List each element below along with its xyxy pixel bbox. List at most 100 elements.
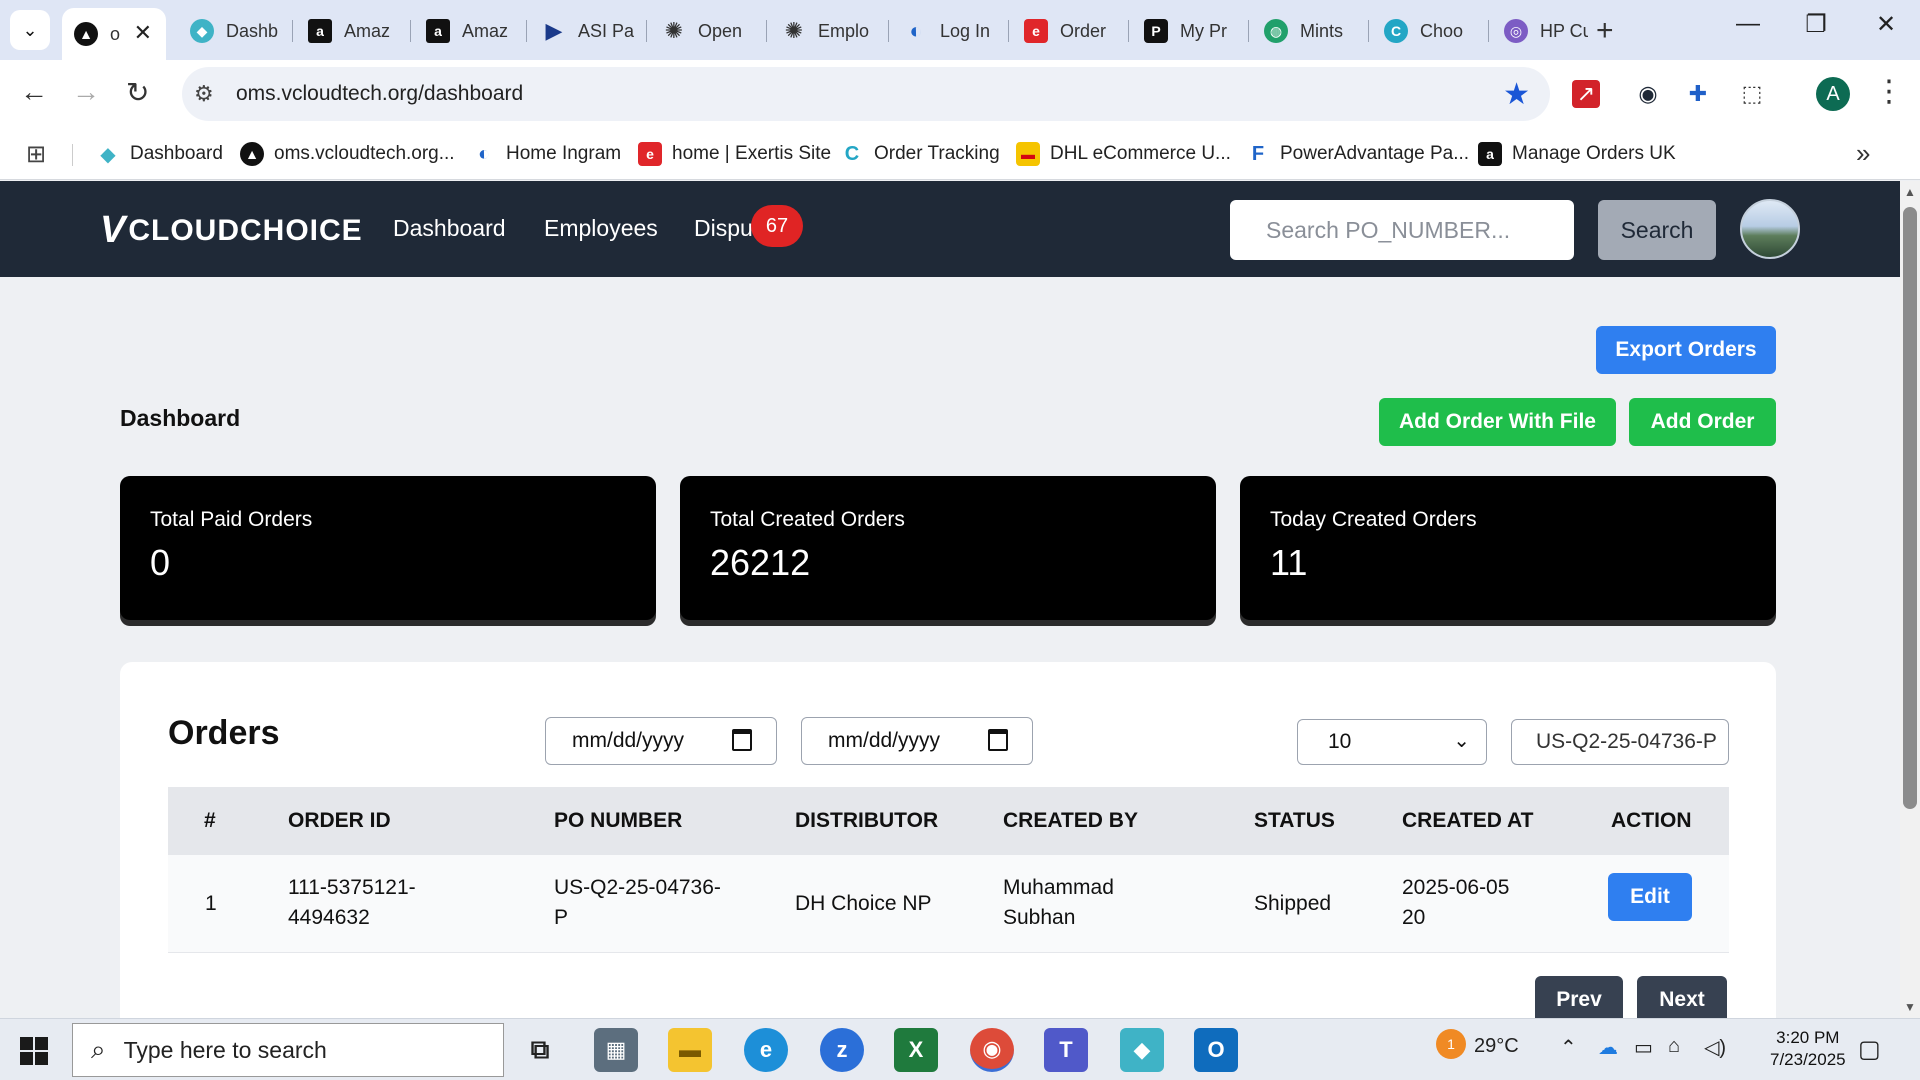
tab-oms[interactable]: ▲ o ✕ bbox=[62, 8, 166, 60]
file-explorer-icon[interactable]: ▬ bbox=[668, 1028, 712, 1072]
tab-mints[interactable]: ◍ Mints bbox=[1252, 8, 1362, 54]
page-size-select[interactable]: 10 ⌄ bbox=[1297, 719, 1487, 765]
tab-choice[interactable]: C Choo bbox=[1372, 8, 1482, 54]
app-diamond-icon[interactable]: ◆ bbox=[1120, 1028, 1164, 1072]
windows-start-icon[interactable] bbox=[20, 1037, 48, 1065]
bookmark-label: Manage Orders UK bbox=[1512, 143, 1676, 164]
teams-icon[interactable]: T bbox=[1044, 1028, 1088, 1072]
zoom-icon[interactable]: z bbox=[820, 1028, 864, 1072]
browser-menu-icon[interactable]: ⋮ bbox=[1874, 74, 1904, 109]
po-number-line: US-Q2-25-04736- bbox=[554, 876, 721, 899]
tab-hp[interactable]: ◎ HP Cu bbox=[1492, 8, 1588, 54]
user-avatar[interactable] bbox=[1740, 199, 1800, 259]
close-window-icon[interactable]: ✕ bbox=[1866, 10, 1906, 39]
date-from-input[interactable]: mm/dd/yyyy bbox=[545, 717, 777, 765]
bookmark-manage-orders-uk[interactable]: a Manage Orders UK bbox=[1478, 140, 1676, 168]
bookmark-dhl[interactable]: ▬ DHL eCommerce U... bbox=[1016, 140, 1231, 168]
show-hidden-icons-icon[interactable]: ⌃ bbox=[1560, 1035, 1577, 1060]
profile-avatar[interactable]: A bbox=[1816, 77, 1850, 111]
weather-temperature[interactable]: 29°C bbox=[1474, 1035, 1519, 1058]
address-bar[interactable]: ⚙ oms.vcloudtech.org/dashboard ★ bbox=[182, 67, 1550, 121]
extensions-icon[interactable]: ⬚ bbox=[1734, 76, 1770, 112]
weather-icon[interactable]: 1 bbox=[1436, 1029, 1466, 1059]
tab-search-button[interactable]: ⌄ bbox=[10, 10, 50, 50]
tab-amazon-1[interactable]: a Amaz bbox=[296, 8, 404, 54]
next-page-button[interactable]: Next bbox=[1637, 976, 1727, 1018]
taskbar-clock[interactable]: 3:20 PM 7/23/2025 bbox=[1770, 1027, 1846, 1071]
choice-favicon-icon: C bbox=[1384, 19, 1408, 43]
volume-icon[interactable]: ◁) bbox=[1704, 1035, 1726, 1060]
notifications-icon[interactable]: ▢ bbox=[1858, 1035, 1881, 1064]
search-button[interactable]: Search bbox=[1598, 200, 1716, 260]
tab-title: Mints bbox=[1300, 20, 1344, 41]
nav-disputes[interactable]: Dispu bbox=[694, 215, 753, 242]
outlook-icon[interactable]: O bbox=[1194, 1028, 1238, 1072]
calendar-icon[interactable] bbox=[732, 729, 752, 751]
weather-alert-count: 1 bbox=[1447, 1036, 1455, 1052]
export-orders-button[interactable]: Export Orders bbox=[1596, 326, 1776, 374]
page-scrollbar[interactable]: ▲ ▼ bbox=[1900, 181, 1920, 1018]
restore-icon[interactable]: ❐ bbox=[1796, 10, 1836, 39]
task-view-icon[interactable]: ⧉ bbox=[518, 1028, 562, 1072]
bookmark-exertis[interactable]: e home | Exertis Site bbox=[638, 140, 831, 168]
vcloudchoice-logo[interactable]: V CLOUDCHOICE bbox=[100, 209, 363, 252]
network-icon[interactable]: ⌂ bbox=[1668, 1035, 1680, 1058]
po-number-search-input[interactable] bbox=[1230, 200, 1574, 260]
add-order-with-file-button[interactable]: Add Order With File bbox=[1379, 398, 1616, 446]
stat-card-total-created: Total Created Orders 26212 bbox=[680, 476, 1216, 620]
site-settings-icon[interactable]: ⚙ bbox=[194, 81, 220, 107]
new-tab-icon[interactable]: + bbox=[1596, 14, 1614, 48]
scroll-up-icon[interactable]: ▲ bbox=[1904, 185, 1916, 199]
calculator-icon[interactable]: ▦ bbox=[594, 1028, 638, 1072]
vpn-uk-extension-icon[interactable]: ◉ bbox=[1630, 76, 1666, 112]
po-filter-input[interactable] bbox=[1511, 719, 1729, 765]
close-tab-icon[interactable]: ✕ bbox=[134, 20, 152, 46]
tab-employees[interactable]: ✺ Emplo bbox=[770, 8, 882, 54]
chrome-icon[interactable]: ◉ bbox=[970, 1028, 1014, 1072]
nav-employees[interactable]: Employees bbox=[544, 215, 658, 242]
bookmark-home-ingram[interactable]: ◐ Home Ingram bbox=[472, 140, 621, 168]
dhl-favicon-icon: ▬ bbox=[1016, 142, 1040, 166]
back-arrow-icon[interactable]: ← bbox=[20, 76, 48, 108]
pdf-extension-icon[interactable]: ↗ bbox=[1572, 80, 1600, 108]
extension-puzzle-icon[interactable]: ✚ bbox=[1680, 76, 1716, 112]
taskbar-search-box[interactable]: ⌕ Type here to search bbox=[72, 1023, 504, 1077]
page-size-value: 10 bbox=[1328, 730, 1352, 753]
battery-icon[interactable]: ▭ bbox=[1634, 1035, 1653, 1060]
onedrive-icon[interactable]: ☁ bbox=[1598, 1035, 1618, 1060]
tab-openai[interactable]: ✺ Open bbox=[650, 8, 760, 54]
reload-icon[interactable]: ↻ bbox=[126, 76, 149, 109]
apps-grid-icon[interactable]: ⊞ bbox=[26, 140, 46, 169]
tab-dashboard[interactable]: ◆ Dashb bbox=[178, 8, 286, 54]
url-text[interactable]: oms.vcloudtech.org/dashboard bbox=[236, 82, 523, 106]
bookmark-poweradvantage[interactable]: F PowerAdvantage Pa... bbox=[1246, 140, 1469, 168]
forward-arrow-icon[interactable]: → bbox=[72, 76, 100, 108]
minimize-icon[interactable]: — bbox=[1728, 10, 1768, 38]
edit-order-button[interactable]: Edit bbox=[1608, 873, 1692, 921]
tab-amazon-2[interactable]: a Amaz bbox=[414, 8, 522, 54]
edge-browser-icon[interactable]: e bbox=[744, 1028, 788, 1072]
order-id-line: 4494632 bbox=[288, 906, 370, 929]
tab-asi[interactable]: ▶ ASI Pa bbox=[530, 8, 640, 54]
tab-login[interactable]: ◐ Log In bbox=[892, 8, 1002, 54]
prev-page-button[interactable]: Prev bbox=[1535, 976, 1623, 1018]
tab-order[interactable]: e Order bbox=[1012, 8, 1122, 54]
scroll-down-icon[interactable]: ▼ bbox=[1904, 1000, 1916, 1014]
scrollbar-thumb[interactable] bbox=[1903, 207, 1917, 809]
bookmark-oms[interactable]: ▲ oms.vcloudtech.org... bbox=[240, 140, 455, 168]
bookmark-dashboard[interactable]: ◆ Dashboard bbox=[96, 140, 223, 168]
excel-icon[interactable]: X bbox=[894, 1028, 938, 1072]
stat-value: 11 bbox=[1270, 542, 1308, 583]
bookmark-order-tracking[interactable]: C Order Tracking bbox=[840, 140, 1000, 168]
table-header: # ORDER ID PO NUMBER DISTRIBUTOR CREATED… bbox=[168, 787, 1729, 855]
nav-dashboard[interactable]: Dashboard bbox=[393, 215, 506, 242]
date-placeholder: mm/dd/yyyy bbox=[828, 729, 941, 752]
more-bookmarks-icon[interactable]: » bbox=[1856, 138, 1870, 169]
add-order-button[interactable]: Add Order bbox=[1629, 398, 1776, 446]
calendar-icon[interactable] bbox=[988, 729, 1008, 751]
column-header: CREATED BY bbox=[1003, 809, 1138, 832]
tab-my-profile[interactable]: P My Pr bbox=[1132, 8, 1242, 54]
date-to-input[interactable]: mm/dd/yyyy bbox=[801, 717, 1033, 765]
tab-title: o bbox=[110, 23, 121, 44]
bookmark-star-icon[interactable]: ★ bbox=[1503, 77, 1530, 112]
